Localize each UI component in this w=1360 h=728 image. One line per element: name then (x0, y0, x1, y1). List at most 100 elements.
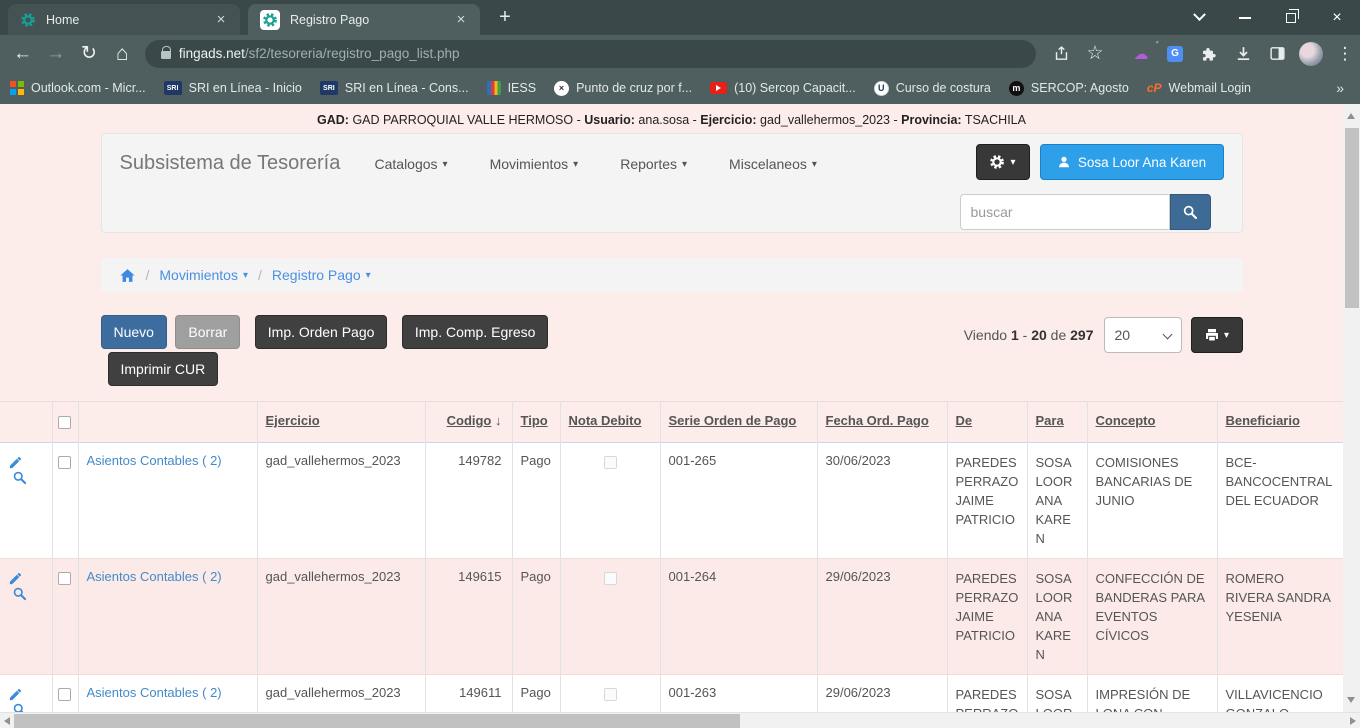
asientos-contables-link[interactable]: Asientos Contables ( 2) (87, 685, 222, 700)
reload-button[interactable]: ↻ (72, 42, 105, 65)
chevron-down-icon (1162, 330, 1172, 340)
browser-menu-dots-icon[interactable]: ⋮ (1330, 40, 1360, 68)
bookmarks-overflow-chevron[interactable]: » (1336, 80, 1350, 96)
vertical-scrollbar[interactable] (1343, 104, 1360, 712)
header-tipo[interactable]: Tipo (521, 413, 548, 428)
scroll-up-arrow-icon[interactable] (1347, 113, 1355, 119)
header-codigo[interactable]: Codigo (447, 413, 492, 428)
downloads-icon[interactable] (1228, 40, 1258, 68)
header-concepto[interactable]: Concepto (1096, 413, 1156, 428)
extensions-puzzle-icon[interactable] (1194, 40, 1224, 68)
bookmark-outlook[interactable]: Outlook.com - Micr... (10, 81, 146, 95)
cell-codigo: 149611 (425, 675, 512, 713)
bookmark-iess[interactable]: IESS (487, 81, 537, 95)
bookmark-star-icon[interactable]: ☆ (1080, 40, 1110, 68)
tab-home[interactable]: Home × (8, 4, 240, 35)
lock-icon[interactable] (161, 51, 171, 59)
page-size-select[interactable]: 20 (1104, 317, 1182, 353)
site-favicon-gear-icon (262, 12, 278, 28)
row-checkbox[interactable] (58, 688, 71, 701)
imp-comp-egreso-button[interactable]: Imp. Comp. Egreso (402, 315, 549, 349)
share-icon[interactable] (1046, 40, 1076, 68)
menu-reportes[interactable]: Reportes▾ (599, 156, 708, 172)
imprimir-cur-button[interactable]: Imprimir CUR (108, 352, 219, 386)
asientos-contables-link[interactable]: Asientos Contables ( 2) (87, 453, 222, 468)
imp-orden-pago-button[interactable]: Imp. Orden Pago (255, 315, 388, 349)
provincia-value: TSACHILA (965, 113, 1026, 127)
tab-close-icon[interactable]: × (452, 11, 470, 29)
header-serie-orden-pago[interactable]: Serie Orden de Pago (669, 413, 797, 428)
new-tab-button[interactable]: + (492, 6, 518, 29)
extension-cloud-icon[interactable]: ☁⋆ (1126, 40, 1156, 68)
header-beneficiario[interactable]: Beneficiario (1226, 413, 1300, 428)
bookmark-sercop-youtube[interactable]: (10) Sercop Capacit... (710, 81, 856, 95)
bookmark-punto-de-cruz[interactable]: × Punto de cruz por f... (554, 81, 692, 96)
profile-avatar[interactable] (1296, 40, 1326, 68)
bookmark-sri-consultas[interactable]: SRI SRI en Línea - Cons... (320, 81, 469, 95)
home-icon[interactable] (119, 267, 136, 284)
borrar-button[interactable]: Borrar (175, 315, 240, 349)
cell-serie: 001-264 (660, 559, 817, 675)
side-panel-icon[interactable] (1262, 40, 1292, 68)
header-fecha-ord-pago[interactable]: Fecha Ord. Pago (826, 413, 929, 428)
menu-miscelaneos[interactable]: Miscelaneos▾ (708, 156, 838, 172)
cell-de: PAREDES PERRAZO JAIME PATRICIO (947, 675, 1027, 713)
bookmark-webmail[interactable]: cP Webmail Login (1147, 81, 1251, 95)
nota-debito-checkbox (604, 572, 617, 585)
search-input[interactable] (960, 194, 1170, 230)
forward-button[interactable]: → (39, 43, 72, 65)
menu-catalogos[interactable]: Catalogos▾ (354, 156, 469, 172)
registro-pago-table: Ejercicio Codigo ↓ Tipo Nota Debito Seri… (0, 401, 1343, 712)
address-bar[interactable]: fingads.net /sf2/tesoreria/registro_pago… (145, 40, 1036, 68)
menu-movimientos[interactable]: Movimientos▾ (469, 156, 600, 172)
edit-pencil-icon[interactable] (8, 455, 23, 470)
vertical-scrollbar-thumb[interactable] (1345, 128, 1359, 308)
horizontal-scrollbar[interactable] (0, 712, 1360, 728)
view-magnifier-icon[interactable] (12, 702, 27, 712)
breadcrumb-movimientos[interactable]: Movimientos▾ (159, 267, 248, 283)
edit-pencil-icon[interactable] (8, 687, 23, 702)
horizontal-scrollbar-thumb[interactable] (14, 714, 740, 728)
cell-codigo: 149782 (425, 443, 512, 559)
row-checkbox[interactable] (58, 456, 71, 469)
cell-concepto: COMISIONES BANCARIAS DE JUNIO (1087, 443, 1217, 559)
browser-home-button[interactable]: ⌂ (106, 42, 139, 66)
tab-registro-pago[interactable]: Registro Pago × (248, 4, 480, 35)
nuevo-button[interactable]: Nuevo (101, 315, 167, 349)
print-dropdown-button[interactable]: ▾ (1191, 317, 1243, 353)
chevron-down-icon: ▾ (1224, 330, 1229, 341)
asientos-contables-link[interactable]: Asientos Contables ( 2) (87, 569, 222, 584)
cell-fecha: 29/06/2023 (817, 675, 947, 713)
scroll-right-arrow-icon[interactable] (1350, 717, 1356, 725)
view-magnifier-icon[interactable] (12, 470, 27, 485)
translate-icon[interactable]: G (1160, 40, 1190, 68)
bookmark-sercop-agosto[interactable]: m SERCOP: Agosto (1009, 81, 1129, 96)
back-button[interactable]: ← (6, 43, 39, 65)
chevron-down-icon: ▾ (573, 159, 578, 170)
restore-button[interactable] (1268, 0, 1314, 35)
cell-serie: 001-265 (660, 443, 817, 559)
tab-close-icon[interactable]: × (212, 11, 230, 29)
breadcrumb-registro-pago[interactable]: Registro Pago▾ (272, 267, 371, 283)
view-magnifier-icon[interactable] (12, 586, 27, 601)
user-account-button[interactable]: Sosa Loor Ana Karen (1040, 144, 1224, 180)
scroll-left-arrow-icon[interactable] (4, 717, 10, 725)
header-de[interactable]: De (956, 413, 973, 428)
minimize-button[interactable] (1222, 0, 1268, 35)
page-content: GAD: GAD PARROQUIAL VALLE HERMOSO - Usua… (0, 104, 1343, 712)
select-all-checkbox[interactable] (58, 416, 71, 429)
header-ejercicio[interactable]: Ejercicio (266, 413, 320, 428)
bookmark-sri-inicio[interactable]: SRI SRI en Línea - Inicio (164, 81, 302, 95)
row-checkbox[interactable] (58, 572, 71, 585)
close-button[interactable]: × (1314, 0, 1360, 35)
header-para[interactable]: Para (1036, 413, 1064, 428)
search-button[interactable] (1170, 194, 1211, 230)
ejercicio-label: Ejercicio: (700, 113, 756, 127)
scroll-down-arrow-icon[interactable] (1347, 697, 1355, 703)
header-nota-debito[interactable]: Nota Debito (569, 413, 642, 428)
bookmark-curso-costura[interactable]: U Curso de costura (874, 81, 991, 96)
sri-logo-icon: SRI (320, 81, 338, 95)
settings-gear-button[interactable]: ▾ (976, 144, 1030, 180)
edit-pencil-icon[interactable] (8, 571, 23, 586)
tab-search-chevron-icon[interactable] (1176, 0, 1222, 35)
